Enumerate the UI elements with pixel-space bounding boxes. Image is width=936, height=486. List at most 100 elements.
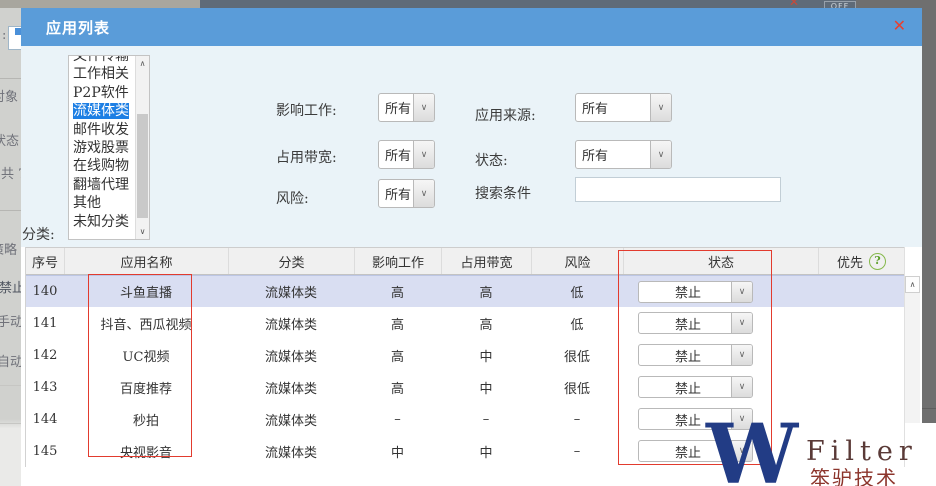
cell-category: 流媒体类 (228, 371, 354, 403)
cell-priority (818, 307, 904, 339)
background-close-icon: ✕ (789, 0, 799, 8)
filter-label-source: 应用来源: (475, 105, 536, 125)
category-item-label: 翻墙代理 (73, 177, 129, 193)
cell-priority (818, 371, 904, 403)
category-item[interactable]: 在线购物 (69, 157, 135, 175)
cell-category: 流媒体类 (228, 276, 354, 307)
category-item[interactable]: 未知分类 (69, 213, 135, 231)
category-item-label: P2P软件 (73, 85, 129, 101)
category-item-label: 流媒体类 (73, 103, 129, 119)
scroll-down-icon[interactable]: ∨ (136, 224, 149, 239)
category-item[interactable]: 流媒体类 (69, 102, 135, 120)
bandwidth-select[interactable]: 所有 ∨ (378, 140, 435, 169)
background-top-strip-right (856, 0, 936, 8)
scroll-up-icon[interactable]: ∧ (136, 56, 149, 71)
close-icon[interactable]: ✕ (893, 17, 906, 35)
impact-select[interactable]: 所有 ∨ (378, 93, 435, 122)
chevron-down-icon[interactable]: ∨ (413, 141, 434, 168)
cell-bandwidth: – (441, 403, 531, 435)
filter-label-status: 状态: (475, 150, 508, 170)
background-row-line (922, 408, 936, 409)
cell-category: 流媒体类 (228, 403, 354, 435)
category-item-label: 游戏股票 (73, 140, 129, 156)
cell-risk: 很低 (531, 371, 623, 403)
category-item[interactable]: P2P软件 (69, 84, 135, 102)
cell-risk: – (531, 435, 623, 467)
category-listbox-scrollbar[interactable]: ∧ ∨ (135, 56, 149, 239)
background-off-toggle: OFF (824, 1, 856, 8)
cell-id: 143 (26, 371, 64, 403)
background-top-strip-left (0, 0, 200, 8)
background-dim-overlay-left: : 对象 状态 共 73 策略 禁止 手动 自动 (0, 8, 21, 486)
dialog-titlebar: 应用列表 ✕ (21, 8, 922, 46)
category-item-label: 文件传输 (73, 55, 129, 64)
cell-risk: – (531, 403, 623, 435)
header-priority: 优先 ? (818, 248, 904, 274)
category-item[interactable]: 邮件收发 (69, 121, 135, 139)
category-item-label: 邮件收发 (73, 122, 129, 138)
cell-impact: 中 (354, 435, 441, 467)
background-label-object: 对象 (0, 86, 18, 105)
cell-category: 流媒体类 (228, 435, 354, 467)
header-impact: 影响工作 (354, 248, 441, 274)
header-risk: 风险 (531, 248, 623, 274)
search-input[interactable] (575, 177, 781, 202)
cell-bandwidth: 高 (441, 307, 531, 339)
cell-impact: 高 (354, 339, 441, 371)
category-item-label: 在线购物 (73, 158, 129, 174)
category-item[interactable]: 文件传输 (69, 55, 135, 65)
cell-bandwidth: 中 (441, 371, 531, 403)
background-divider (0, 423, 21, 424)
cell-id: 142 (26, 339, 64, 371)
cell-id: 144 (26, 403, 64, 435)
table-scrollbar[interactable]: ∧ (905, 276, 920, 423)
filter-label-impact: 影响工作: (276, 100, 337, 120)
risk-select[interactable]: 所有 ∨ (378, 179, 435, 208)
cell-category: 流媒体类 (228, 339, 354, 371)
cell-id: 140 (26, 276, 64, 307)
cell-id: 145 (26, 435, 64, 467)
scrollbar-thumb[interactable] (137, 114, 148, 218)
header-category: 分类 (228, 248, 354, 274)
background-divider (0, 210, 21, 211)
category-listbox[interactable]: 文件传输工作相关P2P软件流媒体类邮件收发游戏股票在线购物翻墙代理其他未知分类 … (68, 55, 150, 240)
background-label-auto: 自动 (0, 351, 21, 370)
chevron-down-icon[interactable]: ∨ (650, 141, 671, 168)
source-select[interactable]: 所有 ∨ (575, 93, 672, 122)
risk-select-value: 所有 (379, 184, 413, 203)
chevron-down-icon[interactable]: ∨ (413, 94, 434, 121)
annotation-rect-app-name (88, 274, 192, 457)
bandwidth-select-value: 所有 (379, 145, 413, 164)
filter-label-search: 搜索条件 (475, 183, 531, 203)
chevron-down-icon[interactable]: ∨ (650, 94, 671, 121)
cell-category: 流媒体类 (228, 307, 354, 339)
cell-bandwidth: 中 (441, 339, 531, 371)
help-icon[interactable]: ? (869, 253, 886, 270)
status-filter-select-value: 所有 (576, 145, 650, 164)
background-label-forbid: 禁止 (0, 277, 21, 296)
background-divider (0, 385, 21, 386)
category-item[interactable]: 翻墙代理 (69, 176, 135, 194)
cell-priority (818, 339, 904, 371)
chevron-down-icon[interactable]: ∨ (413, 180, 434, 207)
background-label-count: 共 73 (1, 163, 21, 182)
scroll-up-icon[interactable]: ∧ (905, 276, 920, 293)
header-priority-label: 优先 (837, 252, 863, 271)
background-divider (0, 78, 21, 79)
background-label-status: 状态 (0, 130, 19, 149)
cell-risk: 低 (531, 307, 623, 339)
cell-risk: 低 (531, 276, 623, 307)
wfilter-w-icon: W (706, 414, 798, 486)
category-item[interactable]: 工作相关 (69, 65, 135, 83)
category-item[interactable]: 其他 (69, 194, 135, 212)
status-filter-select[interactable]: 所有 ∨ (575, 140, 672, 169)
cell-priority (818, 276, 904, 307)
background-label-fragment: : (2, 28, 6, 43)
background-dim-overlay-right (922, 8, 936, 423)
category-item[interactable]: 游戏股票 (69, 139, 135, 157)
background-top-strip: ✕ OFF (200, 0, 856, 8)
dialog-title: 应用列表 (46, 17, 110, 38)
background-input-fragment (8, 26, 21, 50)
cell-impact: – (354, 403, 441, 435)
filter-label-risk: 风险: (276, 188, 309, 208)
